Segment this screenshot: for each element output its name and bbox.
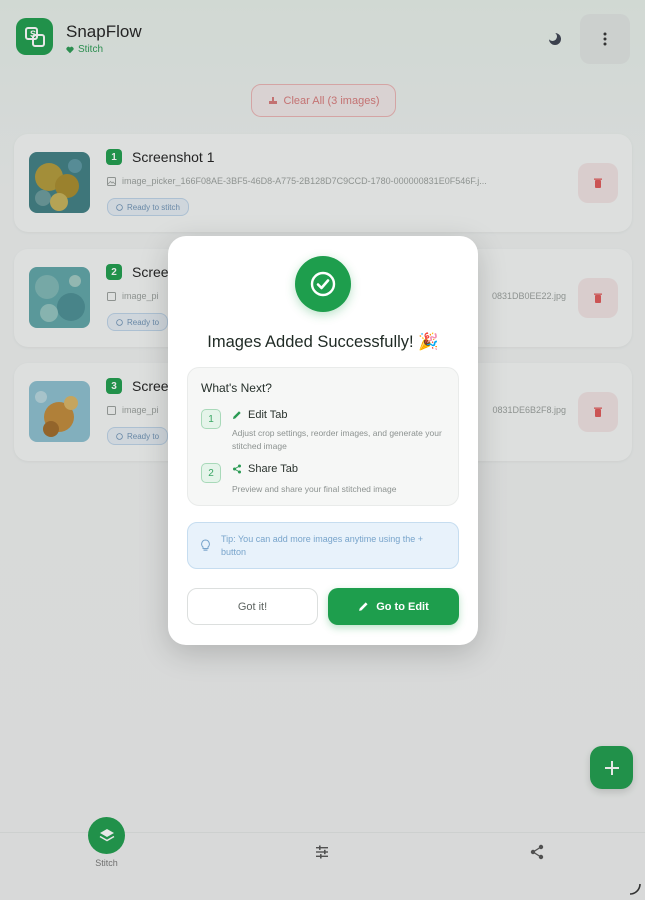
- step-description: Adjust crop settings, reorder images, an…: [232, 428, 442, 451]
- tip-text: Tip: You can add more images anytime usi…: [221, 534, 424, 557]
- step-number: 2: [201, 463, 221, 483]
- step-title-text: Share Tab: [248, 463, 298, 475]
- tip-box: Tip: You can add more images anytime usi…: [187, 522, 459, 569]
- step-title-share: Share Tab: [232, 463, 298, 475]
- whats-next-title: What's Next?: [201, 381, 272, 395]
- step-description: Preview and share your final stitched im…: [232, 484, 397, 494]
- step-title-text: Edit Tab: [248, 409, 288, 421]
- success-dialog: Images Added Successfully! 🎉 What's Next…: [168, 236, 478, 645]
- go-to-edit-label: Go to Edit: [376, 600, 429, 613]
- dialog-title: Images Added Successfully! 🎉: [207, 333, 439, 351]
- pencil-icon: [233, 411, 241, 419]
- share-icon: [233, 464, 241, 474]
- step-number: 1: [201, 409, 221, 429]
- step-title-edit: Edit Tab: [232, 409, 288, 421]
- pencil-icon: [359, 602, 368, 611]
- go-to-edit-button[interactable]: Go to Edit: [328, 588, 459, 625]
- lightbulb-icon: [201, 539, 210, 551]
- whats-next-box: What's Next? 1 Edit Tab Adjust crop sett…: [187, 367, 459, 506]
- success-badge: [295, 256, 351, 312]
- got-it-button[interactable]: Got it!: [187, 588, 318, 625]
- check-circle-icon: [310, 271, 336, 297]
